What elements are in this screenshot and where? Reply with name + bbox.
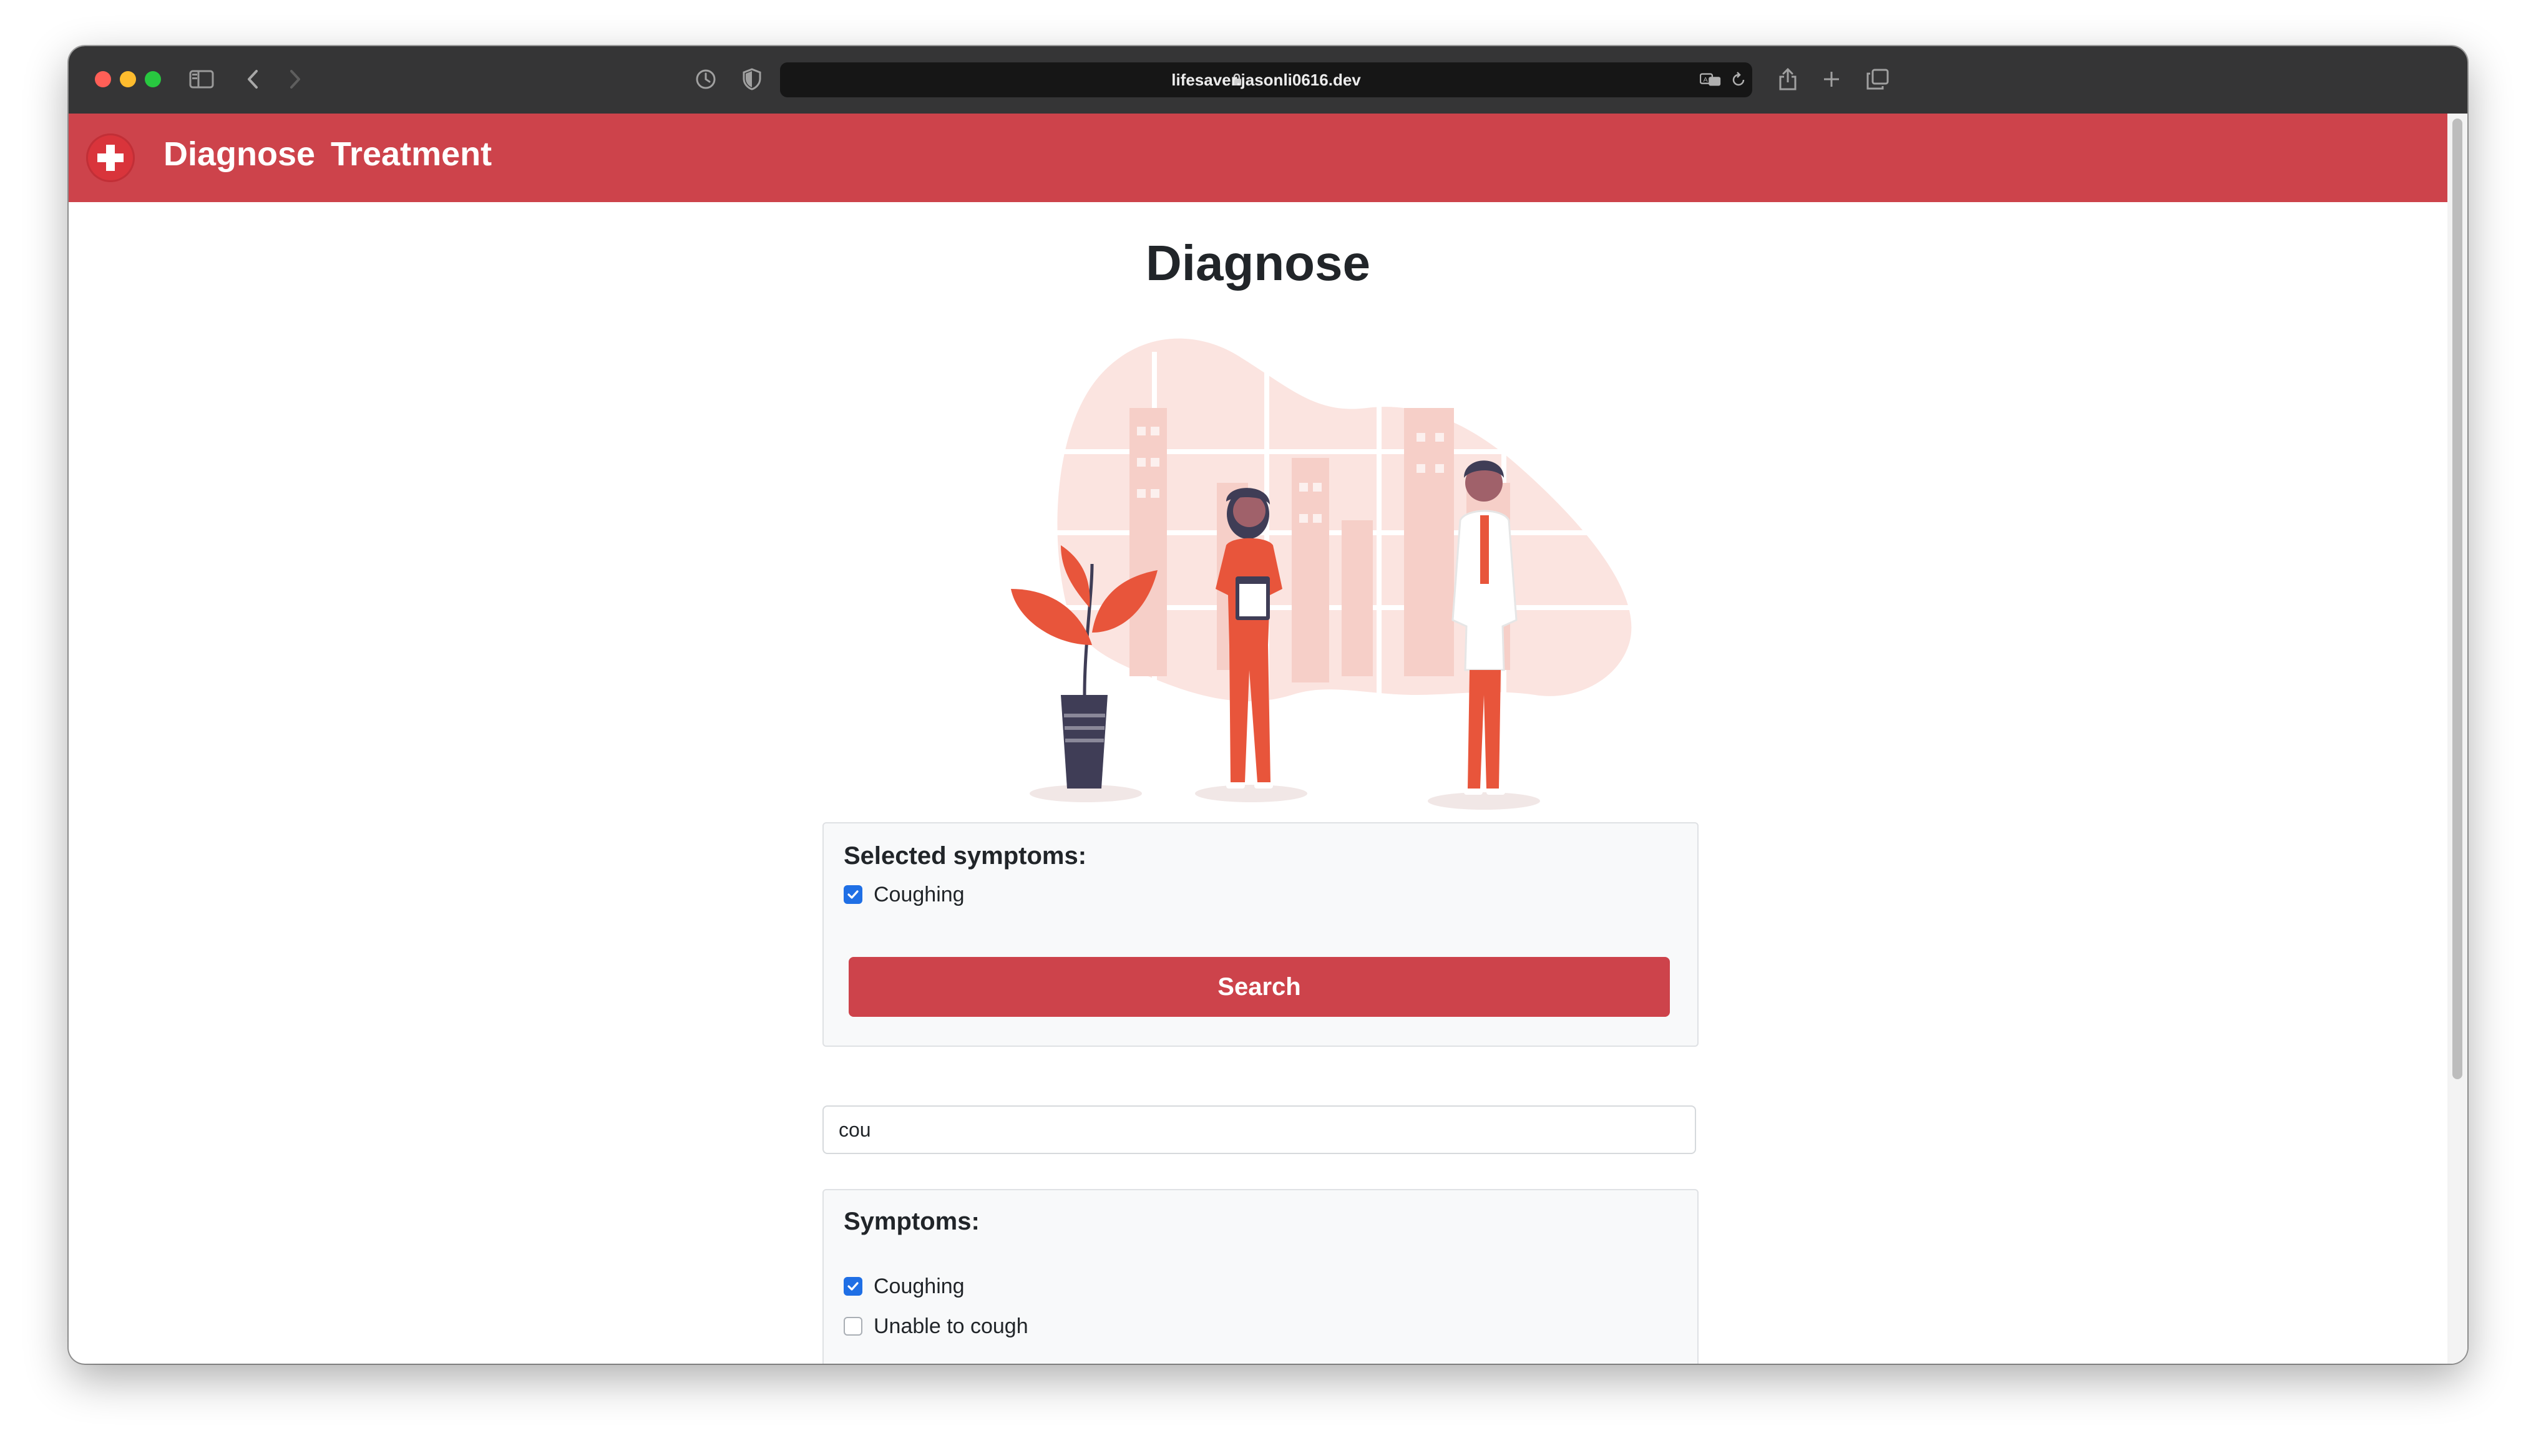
privacy-shield-icon[interactable] [736,65,768,94]
browser-toolbar: lifesaver.jasonli0616.dev A [69,46,2467,115]
page-title: Diagnose [1145,235,1371,291]
svg-text:A: A [1704,77,1708,84]
forward-arrow-icon[interactable] [280,65,311,94]
symptoms-card: Symptoms: Coughing Unable to cough [822,1189,1699,1364]
history-clock-icon[interactable] [690,65,721,94]
zoom-window-button[interactable] [145,71,161,87]
new-tab-plus-icon[interactable] [1816,65,1847,94]
checkmark-icon [847,1282,859,1291]
tab-overview-icon[interactable] [1862,65,1893,94]
symptom-label: Unable to cough [874,1314,1028,1338]
share-icon[interactable] [1772,65,1803,94]
selected-symptom-label: Coughing [874,882,965,906]
checkbox-checked[interactable] [844,885,862,904]
symptom-label: Coughing [874,1274,965,1298]
symptom-item[interactable]: Unable to cough [844,1314,1028,1339]
checkbox-unchecked[interactable] [844,1317,862,1336]
minimize-window-button[interactable] [120,71,136,87]
symptoms-heading: Symptoms: [844,1208,980,1235]
translate-icon[interactable]: A [1700,71,1722,89]
scrollbar-thumb[interactable] [2452,119,2462,1079]
address-bar[interactable]: lifesaver.jasonli0616.dev A [780,62,1752,97]
selected-symptoms-card: Selected symptoms: Coughing Search [822,822,1699,1047]
app-navbar: Diagnose Treatment [69,114,2447,202]
url-text: lifesaver.jasonli0616.dev [1171,70,1361,89]
reload-icon[interactable] [1727,71,1750,89]
doctors-illustration [942,296,1654,832]
browser-window: lifesaver.jasonli0616.dev A Diagnose Tre… [69,46,2467,1364]
selected-symptoms-heading: Selected symptoms: [844,842,1087,870]
medical-cross-logo-icon[interactable] [86,133,135,182]
symptom-item[interactable]: Coughing [844,1274,965,1299]
sidebar-toggle-icon[interactable] [186,65,217,94]
search-button[interactable]: Search [849,957,1670,1017]
nav-link-diagnose[interactable]: Diagnose [163,133,315,175]
back-arrow-icon[interactable] [237,65,268,94]
nav-link-treatment[interactable]: Treatment [331,133,492,175]
symptom-search-input[interactable]: cou [822,1105,1696,1154]
checkbox-checked[interactable] [844,1277,862,1296]
checkmark-icon [847,890,859,899]
close-window-button[interactable] [95,71,111,87]
selected-symptom-item[interactable]: Coughing [844,882,965,907]
vertical-scrollbar[interactable] [2447,114,2467,1364]
